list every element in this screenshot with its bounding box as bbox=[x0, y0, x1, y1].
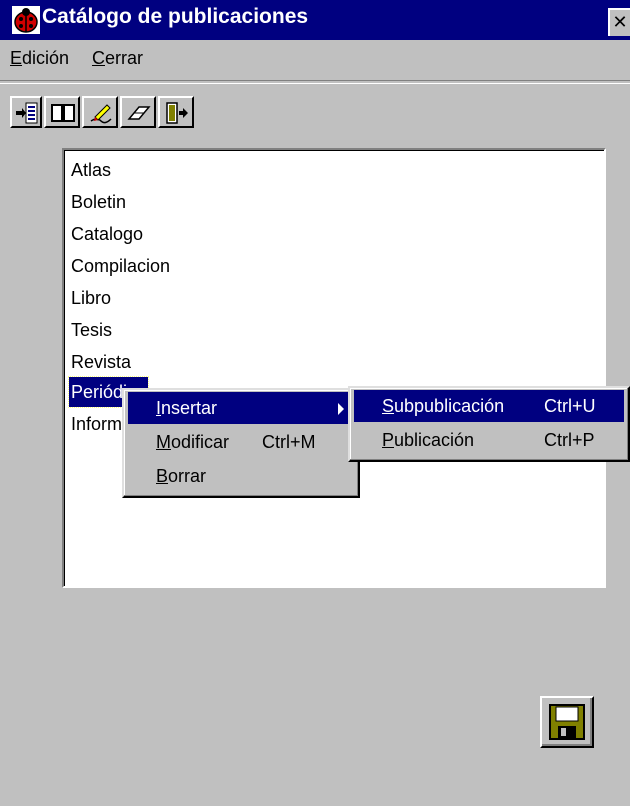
list-item[interactable]: Tesis bbox=[69, 315, 114, 345]
insert-icon bbox=[16, 102, 38, 124]
open-book-button[interactable] bbox=[44, 96, 80, 128]
list-item[interactable]: Revista bbox=[69, 347, 133, 377]
label-rest: odificar bbox=[171, 432, 230, 452]
menu-item-shortcut: Ctrl+M bbox=[262, 432, 316, 452]
list-item[interactable]: Boletin bbox=[69, 187, 128, 217]
label-rest: orrar bbox=[168, 466, 207, 486]
menu-item-label: Subpublicación bbox=[382, 390, 504, 422]
label-rest: ubpublicación bbox=[394, 396, 505, 416]
exit-icon bbox=[166, 102, 188, 124]
save-button[interactable] bbox=[540, 696, 594, 748]
menu-item-shortcut: Ctrl+U bbox=[544, 396, 596, 416]
list-item[interactable]: Compilacion bbox=[69, 251, 172, 281]
menu-edicion[interactable]: Edición bbox=[10, 48, 69, 69]
menu-item-shortcut: Ctrl+P bbox=[544, 430, 595, 450]
close-button[interactable]: ✕ bbox=[608, 8, 630, 36]
mnemonic: P bbox=[382, 430, 395, 450]
menu-cerrar-mnemonic: C bbox=[92, 48, 105, 68]
menu-item-label: Borrar bbox=[156, 460, 206, 492]
menu-edicion-label: dición bbox=[22, 48, 70, 68]
list-box-inner bbox=[64, 150, 604, 586]
mnemonic: M bbox=[156, 432, 171, 452]
label-rest: nsertar bbox=[161, 398, 218, 418]
publication-type-list[interactable]: Atlas Boletin Catalogo Compilacion Libro… bbox=[62, 148, 606, 588]
context-menu: Insertar Modificar Ctrl+M Borrar bbox=[122, 388, 360, 498]
menu-item-label: Modificar bbox=[156, 426, 229, 458]
list-item[interactable]: Libro bbox=[69, 283, 113, 313]
menu-edicion-mnemonic: E bbox=[10, 48, 23, 68]
menu-item-label: Insertar bbox=[156, 392, 217, 424]
window-title: Catálogo de publicaciones bbox=[42, 5, 309, 28]
list-item[interactable]: Catalogo bbox=[69, 219, 145, 249]
insert-button[interactable] bbox=[10, 96, 42, 128]
label-rest: ublicación bbox=[394, 430, 475, 450]
menu-bar: Edición Cerrar bbox=[0, 40, 630, 76]
list-item[interactable]: Atlas bbox=[69, 155, 113, 185]
menu-cerrar-label: errar bbox=[105, 48, 144, 68]
erase-button[interactable] bbox=[120, 96, 156, 128]
edit-icon bbox=[90, 104, 112, 124]
menu-separator bbox=[0, 80, 630, 84]
menu-cerrar[interactable]: Cerrar bbox=[92, 48, 143, 69]
edit-button[interactable] bbox=[82, 96, 118, 128]
floppy-disk-icon bbox=[549, 704, 585, 740]
menu-item-insertar[interactable]: Insertar bbox=[128, 392, 354, 424]
menu-item-subpublicacion[interactable]: Subpublicación Ctrl+U bbox=[354, 390, 624, 422]
menu-item-label: Publicación bbox=[382, 424, 474, 456]
menu-item-borrar[interactable]: Borrar bbox=[128, 460, 354, 492]
menu-item-publicacion[interactable]: Publicación Ctrl+P bbox=[354, 424, 624, 456]
menu-item-modificar[interactable]: Modificar Ctrl+M bbox=[128, 426, 354, 458]
mnemonic: S bbox=[382, 396, 395, 416]
app-ladybug-icon bbox=[12, 6, 40, 34]
mnemonic: B bbox=[156, 466, 169, 486]
eraser-icon bbox=[127, 106, 151, 120]
insert-submenu: Subpublicación Ctrl+U Publicación Ctrl+P bbox=[348, 386, 630, 462]
book-icon bbox=[51, 104, 75, 122]
submenu-arrow-icon bbox=[338, 403, 344, 415]
exit-button[interactable] bbox=[158, 96, 194, 128]
